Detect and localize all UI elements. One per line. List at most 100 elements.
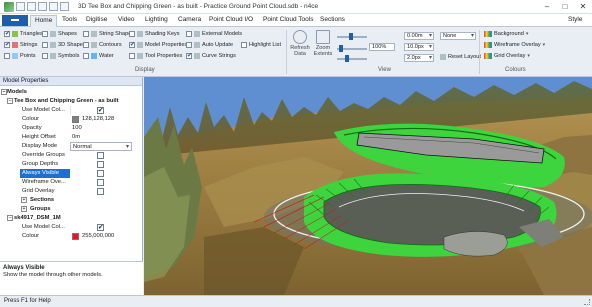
points-toggle[interactable]: Points [4, 53, 36, 59]
tab-lighting[interactable]: Lighting [145, 16, 168, 23]
collapse-icon[interactable]: – [7, 98, 13, 104]
property-row[interactable]: Height Offset 0m [0, 133, 143, 142]
line-width-slider[interactable] [337, 58, 367, 60]
property-row[interactable]: Override Groups [0, 151, 143, 160]
redo-icon[interactable] [38, 2, 47, 11]
shading-keys-icon [137, 31, 143, 37]
groups-node[interactable]: + Groups [0, 205, 143, 214]
display-mode-dropdown[interactable]: Normal [70, 142, 132, 152]
zoom-level-input[interactable]: 100% [369, 43, 395, 51]
grid-overlay-colour-button[interactable]: Grid Overlay ▾ [484, 53, 530, 59]
checkbox-icon [186, 42, 192, 48]
customize-icon[interactable] [60, 2, 69, 11]
refresh-data-button[interactable]: Refresh Data [289, 30, 311, 57]
colour-swatch[interactable] [72, 233, 79, 240]
triangles-toggle[interactable]: Triangles [4, 30, 43, 37]
property-label: Use Model Col... [22, 224, 65, 230]
3d-shapes-toggle[interactable]: 3D Shapes [42, 42, 86, 48]
symbols-toggle[interactable]: Symbols [42, 53, 79, 59]
property-row[interactable]: Use Model Col... [0, 223, 143, 232]
tab-point-cloud-tools[interactable]: Point Cloud Tools [263, 16, 313, 23]
toggle-label: Points [20, 53, 36, 59]
tab-camera[interactable]: Camera [178, 16, 201, 23]
height-offset-value[interactable]: 0m [72, 133, 80, 142]
triangles-icon [12, 31, 18, 37]
close-button[interactable]: ✕ [574, 0, 592, 14]
model-properties-toggle[interactable]: Model Properties [129, 41, 187, 48]
opacity-value[interactable]: 100 [72, 124, 82, 133]
tab-point-cloud-io[interactable]: Point Cloud I/O [209, 16, 253, 23]
group-depths-checkbox[interactable] [97, 161, 104, 168]
property-row[interactable]: Grid Overlay [0, 187, 143, 196]
expand-icon[interactable]: + [21, 206, 27, 212]
point-size-input[interactable]: 10.0px [404, 43, 434, 51]
curve-strings-toggle[interactable]: Curve Strings [186, 52, 236, 59]
collapse-icon[interactable]: – [7, 215, 13, 221]
status-text: Press F1 for Help [4, 298, 51, 304]
shapes-toggle[interactable]: Shapes [42, 31, 77, 37]
wireframe-overlay-checkbox[interactable] [97, 179, 104, 186]
tab-sections[interactable]: Sections [320, 16, 345, 23]
wireframe-overlay-colour-button[interactable]: Wireframe Overlay ▾ [484, 42, 545, 48]
3d-viewport[interactable] [144, 77, 592, 295]
property-row[interactable]: Wireframe Ove... [0, 178, 143, 187]
property-row[interactable]: Opacity 100 [0, 124, 143, 133]
view-mode-dropdown[interactable]: None [440, 32, 476, 40]
tab-tools[interactable]: Tools [62, 16, 77, 23]
colour-swatch[interactable] [72, 116, 79, 123]
chevron-down-icon: ▾ [525, 31, 529, 37]
property-row[interactable]: Use Model Col... [0, 106, 143, 115]
model-node-1[interactable]: – Tee Box and Chipping Green - as built [0, 97, 143, 106]
string-shapes-icon [91, 31, 97, 37]
palette-icon [484, 53, 492, 59]
expand-icon[interactable]: + [21, 197, 27, 203]
property-row[interactable]: Display Mode Normal [0, 142, 143, 152]
line-width-input[interactable]: 2.0px [404, 54, 434, 62]
tool-properties-icon [137, 53, 143, 59]
contours-toggle[interactable]: Contours [83, 42, 122, 48]
file-menu-button[interactable] [2, 15, 28, 26]
print-icon[interactable] [49, 2, 58, 11]
points-icon [12, 53, 18, 59]
external-models-toggle[interactable]: External Models [186, 31, 242, 37]
property-row-selected[interactable]: Always Visible [0, 169, 143, 178]
shading-keys-toggle[interactable]: Shading Keys [129, 31, 180, 37]
minimize-button[interactable]: – [538, 0, 556, 14]
tool-properties-toggle[interactable]: Tool Properties [129, 53, 182, 59]
use-model-colour-checkbox[interactable] [97, 223, 104, 232]
strings-toggle[interactable]: Strings [4, 41, 37, 48]
checkbox-icon [42, 53, 48, 59]
use-model-colour-checkbox[interactable] [97, 106, 104, 115]
zoom-extents-button[interactable]: Zoom Extents [312, 30, 334, 57]
property-row[interactable]: Group Depths [0, 160, 143, 169]
save-icon[interactable] [16, 2, 25, 11]
background-colour-button[interactable]: Background ▾ [484, 31, 528, 37]
style-menu[interactable]: Style [568, 16, 582, 23]
height-offset-input[interactable]: 0.00m [404, 32, 434, 40]
tab-video[interactable]: Video [118, 16, 135, 23]
tab-digitise[interactable]: Digitise [86, 16, 107, 23]
maximize-button[interactable]: □ [556, 0, 574, 14]
model-name: sk4917_DSM_1M [14, 215, 61, 221]
grid-overlay-checkbox[interactable] [97, 188, 104, 195]
window-title: 3D Tee Box and Chipping Green - as built… [78, 3, 319, 10]
toggle-label: Triangles [20, 31, 43, 37]
property-row[interactable]: Colour 255,000,000 [0, 232, 143, 241]
highlight-list-toggle[interactable]: Highlight List [241, 42, 281, 48]
auto-update-toggle[interactable]: Auto Update [186, 42, 233, 48]
always-visible-checkbox[interactable] [97, 170, 104, 177]
property-label: Opacity [22, 125, 42, 131]
override-groups-checkbox[interactable] [97, 152, 104, 159]
zoom-slider-handle[interactable] [349, 33, 353, 40]
undo-icon[interactable] [27, 2, 36, 11]
sections-node[interactable]: + Sections [0, 196, 143, 205]
water-toggle[interactable]: Water [83, 53, 114, 59]
property-row[interactable]: Colour 128,128,128 [0, 115, 143, 124]
resize-grip-icon[interactable] [584, 299, 590, 305]
model-node-2[interactable]: – sk4917_DSM_1M [0, 214, 143, 223]
string-shapes-toggle[interactable]: String Shapes [83, 31, 134, 37]
reset-layout-button[interactable]: Reset Layout [440, 54, 481, 60]
line-width-slider-handle[interactable] [345, 55, 349, 62]
models-section[interactable]: – Models [0, 88, 143, 97]
point-size-slider-handle[interactable] [339, 45, 343, 52]
